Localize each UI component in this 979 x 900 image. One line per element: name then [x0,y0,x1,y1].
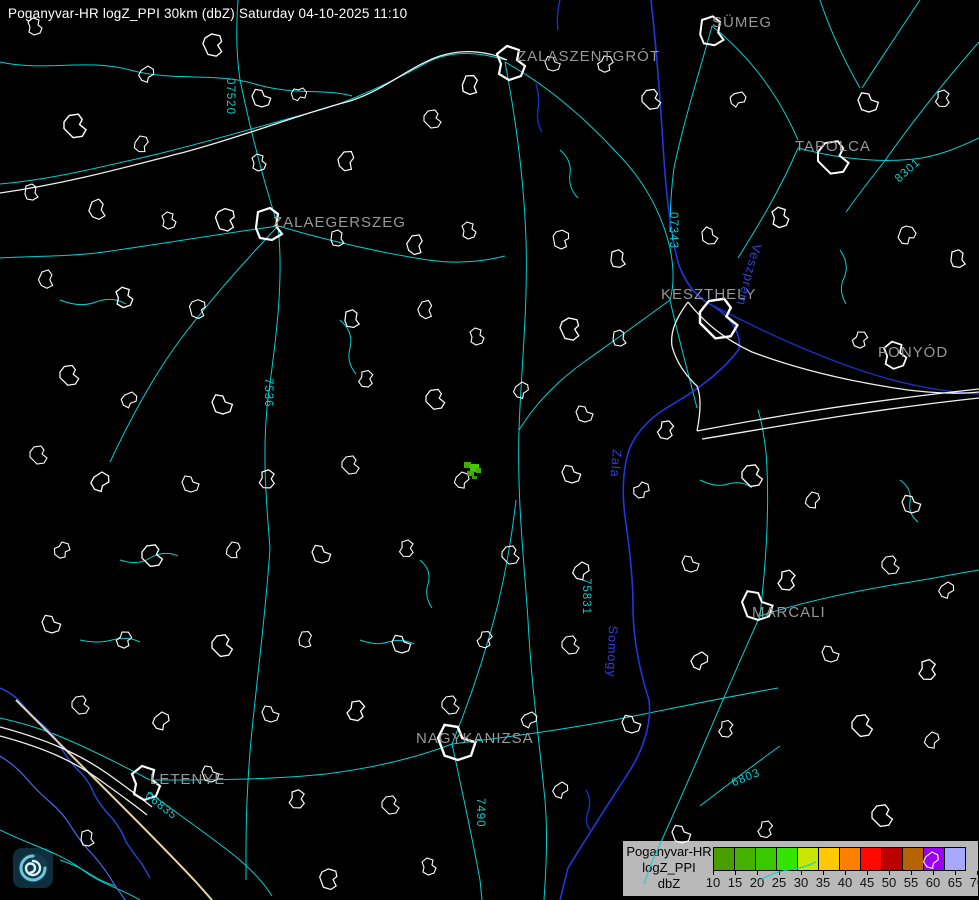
legend-color-scale [713,847,965,871]
legend-color-cell [839,847,861,871]
legend-title-line2: logZ_PPI [625,860,713,876]
county-label: Zala [608,449,624,478]
minor-roads-layer [0,0,979,900]
legend-color-cell [818,847,840,871]
legend-tick-label: 40 [838,875,852,890]
legend-tick-label: 60 [926,875,940,890]
legend-title-line1: Poganyvar-HR [625,844,713,860]
legend-tick-label: 30 [794,875,808,890]
legend-tick-label: 35 [816,875,830,890]
road-number-label: 07520 [224,78,236,115]
legend-tick-label: 45 [860,875,874,890]
city-label: MARCALI [752,604,826,621]
product-title: Poganyvar-HR logZ_PPI 30km (dbZ) Saturda… [8,6,407,21]
legend-title: Poganyvar-HR logZ_PPI dbZ [625,844,713,892]
legend-tick-label: 15 [728,875,742,890]
legend-color-cell [797,847,819,871]
legend-color-cell [755,847,777,871]
legend-color-cell [944,847,966,871]
legend-tick-label: 25 [772,875,786,890]
lake-shoreline [688,302,979,393]
county-label: Veszprém [734,242,764,307]
legend-color-cell [734,847,756,871]
legend-tick-label: 20 [750,875,764,890]
city-label: ZALAEGERSZEG [273,214,406,231]
city-label: TAPOLCA [795,138,871,155]
legend-tick-label: 65 [948,875,962,890]
radar-display: Poganyvar-HR logZ_PPI dbZ 10 15 20 25 30 35 40… [0,0,979,900]
legend-color-cell [776,847,798,871]
radar-echo-cell [467,471,474,476]
city-label: SÜMEG [712,14,772,31]
radar-echo-cell [472,476,477,479]
map-canvas [0,0,979,900]
spiral-icon [16,851,50,885]
road-number-label: 7490 [474,798,486,828]
legend-tick-label: 10 [706,875,720,890]
radar-echo-cell [476,468,481,473]
rivers-borders-layer [0,0,979,900]
main-roads-layer [0,52,979,815]
city-label: NAGYKANIZSA [416,730,534,747]
road-number-label: 75831 [580,578,592,615]
radar-echo-layer [464,462,481,479]
city-label: ZALASZENTGRÓT [517,48,660,65]
legend-tick-label: 55 [904,875,918,890]
road-number-label: 06835 [143,790,180,822]
road-number-label: 7536 [262,378,274,408]
city-label: KESZTHELY [661,286,756,303]
city-label: FONYÓD [878,344,948,361]
road-number-label: 6803 [730,767,762,789]
radar-spiral-logo [13,848,53,888]
legend-tick-label: 50 [882,875,896,890]
legend-box: Poganyvar-HR logZ_PPI dbZ 10 15 20 25 30 35 40… [622,840,979,897]
radar-echo-cell [470,464,479,472]
legend-color-cell [713,847,735,871]
city-label: LETENYE [150,771,225,788]
legend-tick-label: 70 [970,875,979,890]
road-number-label: 8301 [893,156,923,185]
legend-color-cell [860,847,882,871]
map-labels-layer: SÜMEG ZALASZENTGRÓT TAPOLCA ZALAEGERSZEG KES… [0,0,979,900]
radar-echo-cell [464,462,471,468]
county-border-path [560,0,739,900]
settlement-outlines-layer [25,16,965,891]
legend-color-cell [923,847,945,871]
county-label: Somogy [604,626,620,678]
legend-color-cell [881,847,903,871]
road-number-label: 07343 [667,212,679,249]
legend-title-line3: dbZ [625,876,713,892]
legend-color-cell [902,847,924,871]
